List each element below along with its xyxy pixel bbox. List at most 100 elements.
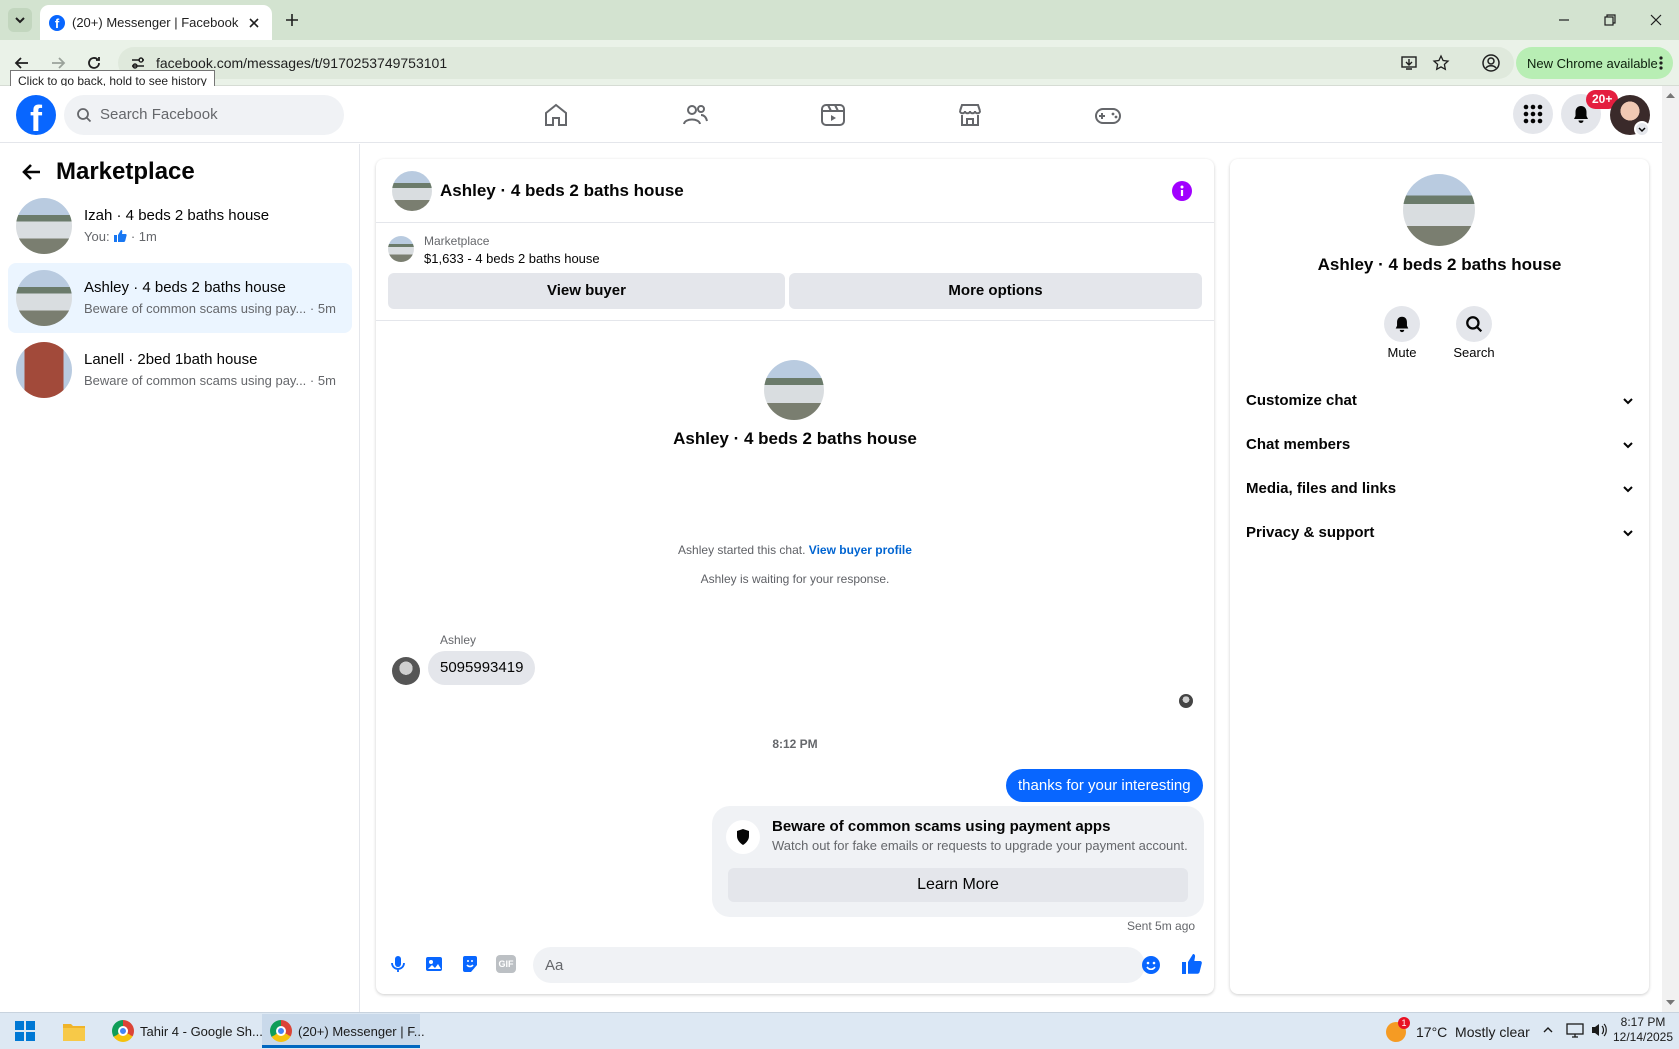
emoji-icon[interactable]: [1141, 955, 1161, 975]
chat-avatar[interactable]: [392, 171, 432, 211]
mute-button[interactable]: [1384, 306, 1420, 342]
kebab-menu-icon[interactable]: [1656, 55, 1666, 71]
browser-tab[interactable]: f (20+) Messenger | Facebook: [40, 5, 272, 40]
chat-intro-name: Ashley · 4 beds 2 baths house: [673, 429, 917, 448]
listing-thumbnail: [16, 198, 72, 254]
thumbs-up-icon[interactable]: [1180, 952, 1204, 976]
task-label: Tahir 4 - Google Sh...: [140, 1024, 263, 1039]
chevron-down-icon: [1623, 486, 1633, 493]
install-app-icon[interactable]: [1400, 54, 1418, 72]
facebook-favicon-icon: f: [49, 15, 65, 31]
file-explorer-icon[interactable]: [62, 1020, 86, 1042]
scroll-up-icon[interactable]: [1666, 92, 1675, 98]
incoming-message-bubble[interactable]: 5095993419: [428, 651, 536, 685]
outgoing-message-bubble[interactable]: thanks for your interesting: [1006, 769, 1203, 802]
listing-banner-thumbnail: [388, 236, 414, 262]
close-icon: [1650, 14, 1662, 26]
windows-start-icon[interactable]: [15, 1021, 35, 1041]
conversation-preview: Beware of common scams using pay... · 5m: [84, 301, 336, 316]
view-buyer-profile-link[interactable]: View buyer profile: [809, 543, 912, 557]
conversation-item-lanell[interactable]: Lanell · 2bed 1bath house Beware of comm…: [8, 335, 352, 405]
scam-warning-title: Beware of common scams using payment app…: [772, 818, 1111, 835]
sent-status: Sent 5m ago: [1127, 919, 1196, 933]
section-label: Media, files and links: [1246, 480, 1397, 497]
weather-alert-badge: 1: [1398, 1017, 1410, 1029]
taskbar-task-messenger[interactable]: (20+) Messenger | F...: [262, 1014, 425, 1048]
new-chrome-available-button[interactable]: New Chrome available: [1516, 47, 1673, 79]
chrome-icon: [270, 1020, 292, 1042]
weather-widget[interactable]: 1 17°C Mostly clear: [1382, 1014, 1532, 1048]
friends-icon[interactable]: [680, 100, 710, 130]
taskbar-clock[interactable]: 8:17 PM 12/14/2025: [1612, 1015, 1674, 1045]
conversation-name: Lanell · 2bed 1bath house: [84, 351, 258, 368]
tab-search-button[interactable]: [8, 8, 32, 32]
seen-avatar: [1179, 694, 1193, 708]
minimize-window-button[interactable]: [1552, 8, 1576, 32]
search-placeholder: Search Facebook: [100, 106, 218, 123]
url-text: facebook.com/messages/t/9170253749753101: [156, 55, 448, 71]
sender-name: Ashley: [440, 633, 477, 647]
photo-icon[interactable]: [424, 954, 444, 974]
listing-price-info: $1,633 - 4 beds 2 baths house: [424, 251, 600, 266]
home-icon[interactable]: [541, 100, 571, 130]
conversation-info-button[interactable]: [1172, 181, 1192, 201]
search-in-conversation-button[interactable]: [1456, 306, 1492, 342]
gif-button[interactable]: GIF: [496, 955, 516, 973]
bell-icon: [1574, 106, 1588, 123]
section-label: Customize chat: [1246, 392, 1357, 409]
new-tab-icon[interactable]: [284, 12, 300, 28]
customize-chat-section[interactable]: Customize chat: [1246, 381, 1636, 421]
show-hidden-icons-chevron-icon[interactable]: [1542, 1024, 1554, 1036]
conversation-item-ashley[interactable]: Ashley · 4 beds 2 baths house Beware of …: [8, 263, 352, 333]
sticker-icon[interactable]: [460, 954, 480, 974]
scroll-down-icon[interactable]: [1666, 1000, 1675, 1006]
close-window-button[interactable]: [1644, 8, 1668, 32]
volume-icon[interactable]: [1590, 1022, 1608, 1038]
facebook-logo[interactable]: f: [16, 95, 56, 135]
media-files-links-section[interactable]: Media, files and links: [1246, 469, 1636, 509]
waiting-text: Ashley is waiting for your response.: [700, 572, 890, 586]
chat-title[interactable]: Ashley · 4 beds 2 baths house: [440, 181, 684, 201]
facebook-search-input[interactable]: Search Facebook: [64, 95, 344, 135]
section-label: Chat members: [1246, 436, 1351, 453]
conversation-preview: You: · 1m: [84, 229, 157, 244]
menu-button[interactable]: [1513, 94, 1553, 134]
conversation-name: Ashley · 4 beds 2 baths house: [84, 279, 286, 296]
view-buyer-button[interactable]: View buyer: [388, 273, 785, 309]
profile-icon[interactable]: [1481, 53, 1501, 73]
privacy-support-section[interactable]: Privacy & support: [1246, 513, 1636, 553]
taskbar-task-google-sheets[interactable]: Tahir 4 - Google Sh...: [104, 1014, 263, 1048]
gif-label: GIF: [498, 959, 514, 969]
shield-icon: [737, 829, 749, 845]
chat-members-section[interactable]: Chat members: [1246, 425, 1636, 465]
restore-window-button[interactable]: [1598, 8, 1622, 32]
account-chevron[interactable]: [1634, 121, 1650, 137]
chevron-down-icon: [15, 17, 25, 24]
clock-time: 8:17 PM: [1620, 1015, 1666, 1029]
chrome-icon: [112, 1020, 134, 1042]
message-timestamp: 8:12 PM: [772, 737, 818, 751]
chevron-down-icon: [1623, 530, 1633, 537]
minimize-icon: [1559, 19, 1569, 21]
search-label: Search: [1453, 345, 1495, 360]
microphone-icon[interactable]: [388, 954, 408, 974]
more-options-button[interactable]: More options: [789, 273, 1202, 309]
marketplace-title: Marketplace: [56, 158, 195, 185]
learn-more-button[interactable]: Learn More: [728, 868, 1188, 902]
conversation-info-panel: [1230, 159, 1649, 994]
back-arrow-icon[interactable]: [20, 160, 44, 184]
site-settings-icon[interactable]: [130, 55, 146, 71]
bookmark-star-icon[interactable]: [1432, 54, 1450, 72]
close-tab-icon[interactable]: [247, 16, 261, 30]
scam-warning-card: Beware of common scams using payment app…: [712, 806, 1204, 917]
network-icon[interactable]: [1566, 1022, 1584, 1038]
message-input-placeholder: Aa: [545, 957, 564, 974]
conversation-item-izah[interactable]: Izah · 4 beds 2 baths house You: · 1m: [8, 191, 352, 261]
page-scrollbar[interactable]: [1662, 86, 1679, 1012]
gaming-icon[interactable]: [1093, 100, 1123, 130]
video-icon[interactable]: [818, 100, 848, 130]
marketplace-icon[interactable]: [955, 100, 985, 130]
shield-icon-wrap: [726, 820, 760, 854]
message-input[interactable]: Aa: [533, 947, 1160, 983]
weather-text: 17°C Mostly clear: [1416, 1024, 1530, 1040]
